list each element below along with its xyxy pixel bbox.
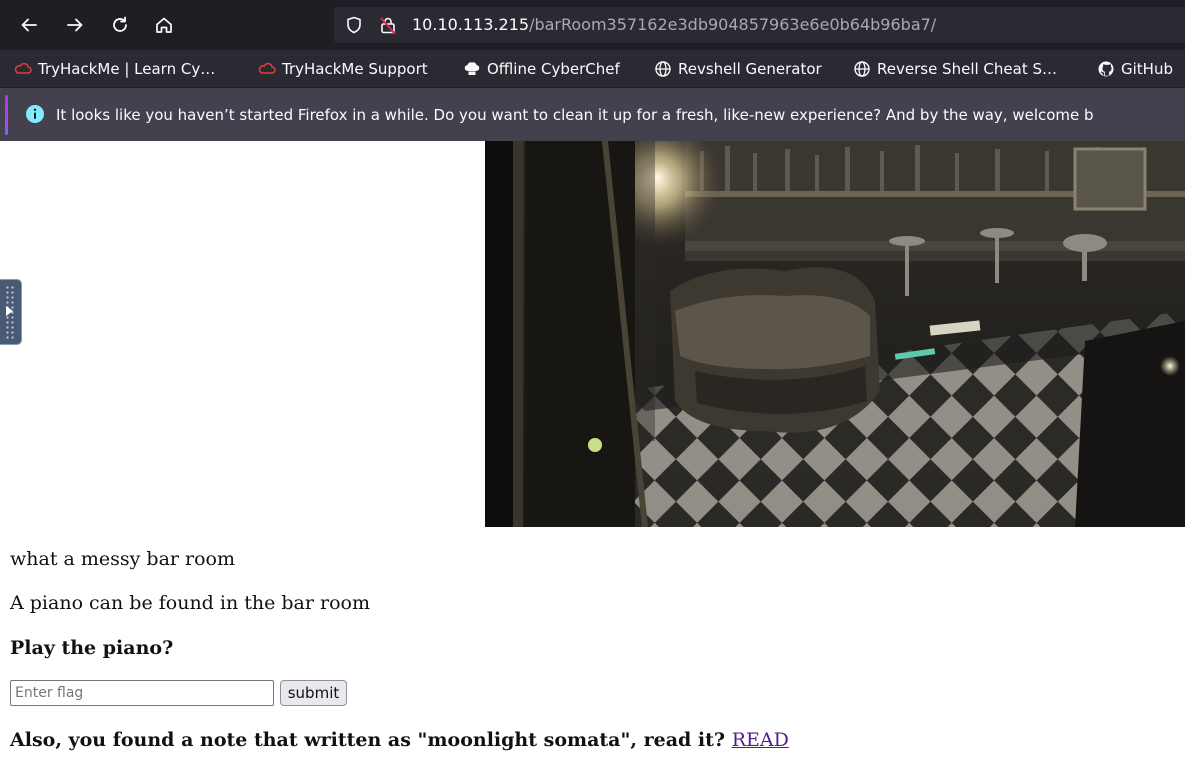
url-path: /barRoom357162e3db904857963e6e0b64b96ba7… (529, 15, 937, 34)
tracking-protection-shield-icon[interactable] (344, 15, 364, 35)
chef-hat-icon (463, 60, 481, 78)
room-description: what a messy bar room (10, 548, 235, 570)
reload-button[interactable] (106, 11, 134, 39)
back-button[interactable] (15, 11, 43, 39)
insecure-lock-icon[interactable] (378, 15, 398, 35)
bookmark-revshell-generator[interactable]: Revshell Generator (654, 58, 822, 80)
bookmark-tryhackme-learn[interactable]: TryHackMe | Learn Cy… (14, 58, 215, 80)
read-link[interactable]: READ (732, 729, 789, 751)
note-text: Also, you found a note that written as "… (10, 728, 789, 752)
url-host: 10.10.113.215 (412, 15, 530, 34)
globe-icon (853, 60, 871, 78)
notification-accent (5, 95, 8, 135)
bookmark-label: Offline CyberChef (487, 60, 620, 78)
tryhackme-icon (14, 60, 32, 78)
forward-arrow-icon (67, 18, 83, 32)
play-piano-heading: Play the piano? (10, 637, 174, 659)
sidebar-toggle-handle[interactable] (0, 279, 22, 345)
note-question: Also, you found a note that written as "… (10, 729, 726, 751)
forward-button[interactable] (61, 11, 89, 39)
bookmark-label: GitHub (1121, 60, 1173, 78)
url-text[interactable]: 10.10.113.215/barRoom357162e3db904857963… (412, 14, 936, 36)
bookmark-label: Reverse Shell Cheat S… (877, 60, 1057, 78)
bookmark-offline-cyberchef[interactable]: Offline CyberChef (463, 58, 620, 80)
bookmarks-toolbar: TryHackMe | Learn Cy… TryHackMe Support … (0, 50, 1185, 87)
bookmark-reverse-shell-cheat[interactable]: Reverse Shell Cheat S… (853, 58, 1057, 80)
back-arrow-icon (21, 18, 37, 32)
bookmark-label: TryHackMe | Learn Cy… (38, 60, 216, 78)
submit-button[interactable]: submit (280, 680, 347, 706)
notification-text: It looks like you haven’t started Firefo… (56, 106, 1094, 124)
info-icon (26, 105, 44, 123)
bookmark-label: Revshell Generator (678, 60, 822, 78)
github-icon (1097, 60, 1115, 78)
bookmark-github[interactable]: GitHub (1097, 58, 1173, 80)
reload-icon (113, 16, 127, 32)
home-button[interactable] (150, 11, 178, 39)
url-bar[interactable]: 10.10.113.215/barRoom357162e3db904857963… (334, 7, 1185, 43)
globe-icon (654, 60, 672, 78)
piano-text: A piano can be found in the bar room (10, 592, 370, 614)
flag-input[interactable] (10, 680, 274, 706)
bar-room-image (485, 141, 1185, 527)
bookmark-tryhackme-support[interactable]: TryHackMe Support (258, 58, 428, 80)
expand-arrow-icon (6, 306, 13, 316)
home-icon (156, 17, 172, 33)
browser-toolbar: 10.10.113.215/barRoom357162e3db904857963… (0, 0, 1185, 50)
bookmark-label: TryHackMe Support (282, 60, 428, 78)
notification-bar: It looks like you haven’t started Firefo… (0, 87, 1185, 141)
tryhackme-icon (258, 60, 276, 78)
